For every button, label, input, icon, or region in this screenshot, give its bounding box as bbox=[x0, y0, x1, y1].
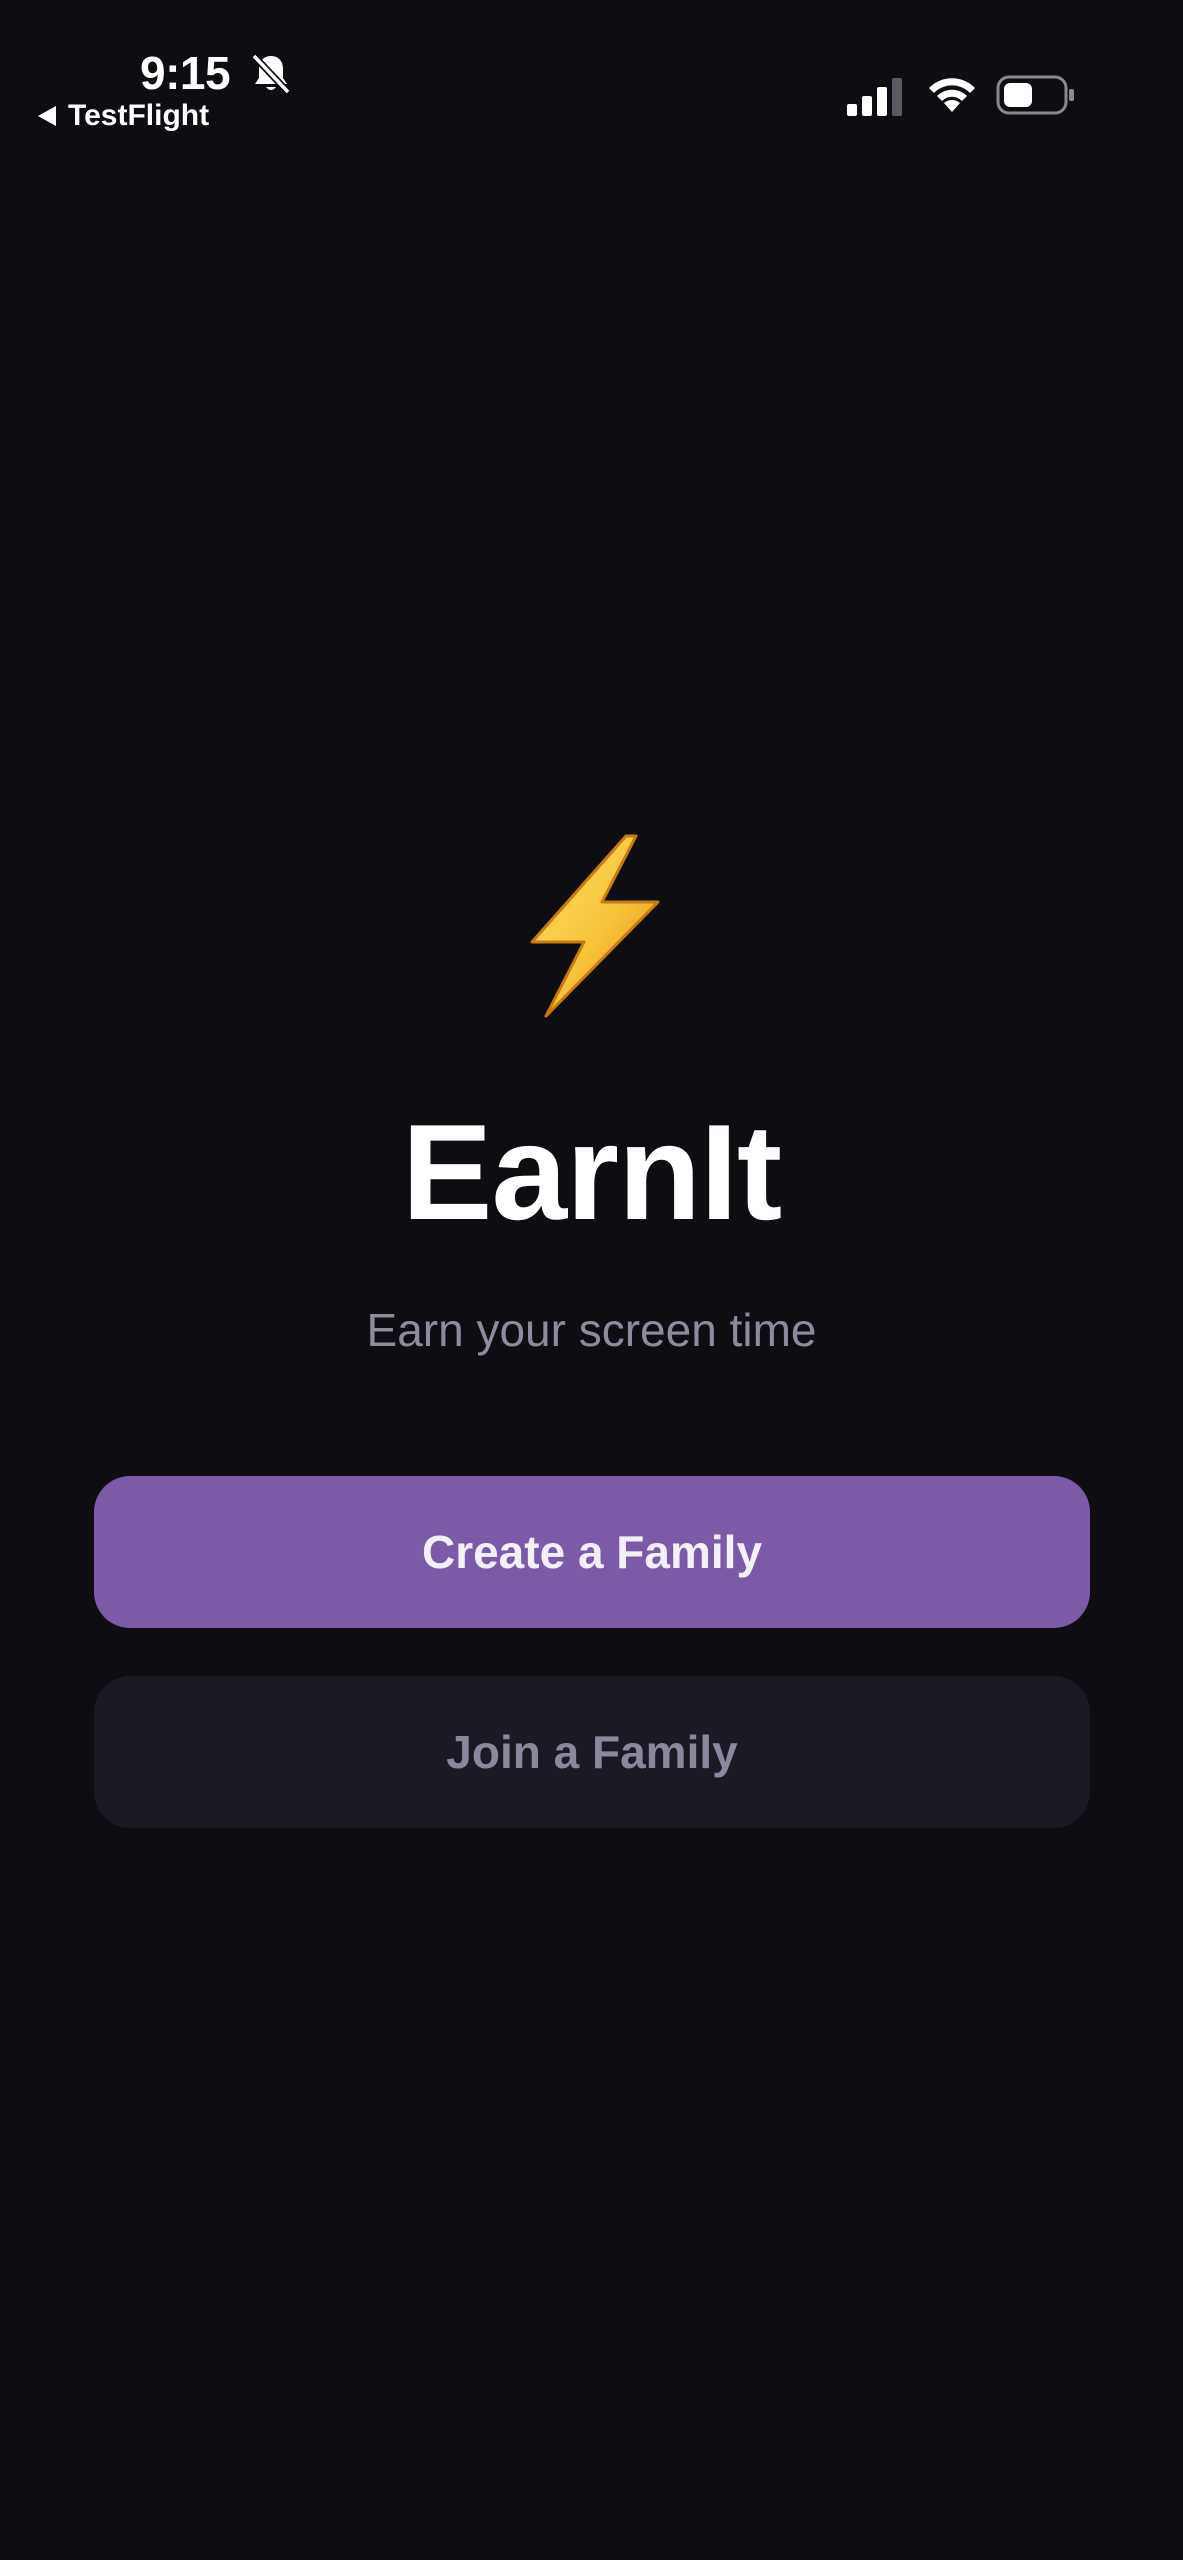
back-link-label: TestFlight bbox=[68, 99, 210, 132]
status-time: 9:15 bbox=[140, 47, 231, 99]
app-title: EarnIt bbox=[401, 1096, 782, 1248]
app-subtitle: Earn your screen time bbox=[366, 1304, 817, 1356]
create-family-button[interactable]: Create a Family bbox=[94, 1476, 1090, 1628]
welcome-screen: 9:15 TestFlight EarnIt Earn your screen … bbox=[0, 0, 1183, 2560]
back-triangle-icon bbox=[38, 106, 56, 126]
join-family-button[interactable]: Join a Family bbox=[94, 1676, 1090, 1828]
battery-icon bbox=[996, 75, 1074, 115]
join-family-label: Join a Family bbox=[446, 1726, 738, 1778]
bell-off-icon bbox=[251, 53, 291, 95]
wifi-icon bbox=[929, 78, 975, 112]
bolt-icon bbox=[530, 834, 660, 1018]
back-to-testflight-link[interactable]: TestFlight bbox=[38, 96, 209, 136]
create-family-label: Create a Family bbox=[421, 1526, 763, 1578]
signal-icon bbox=[847, 78, 902, 116]
